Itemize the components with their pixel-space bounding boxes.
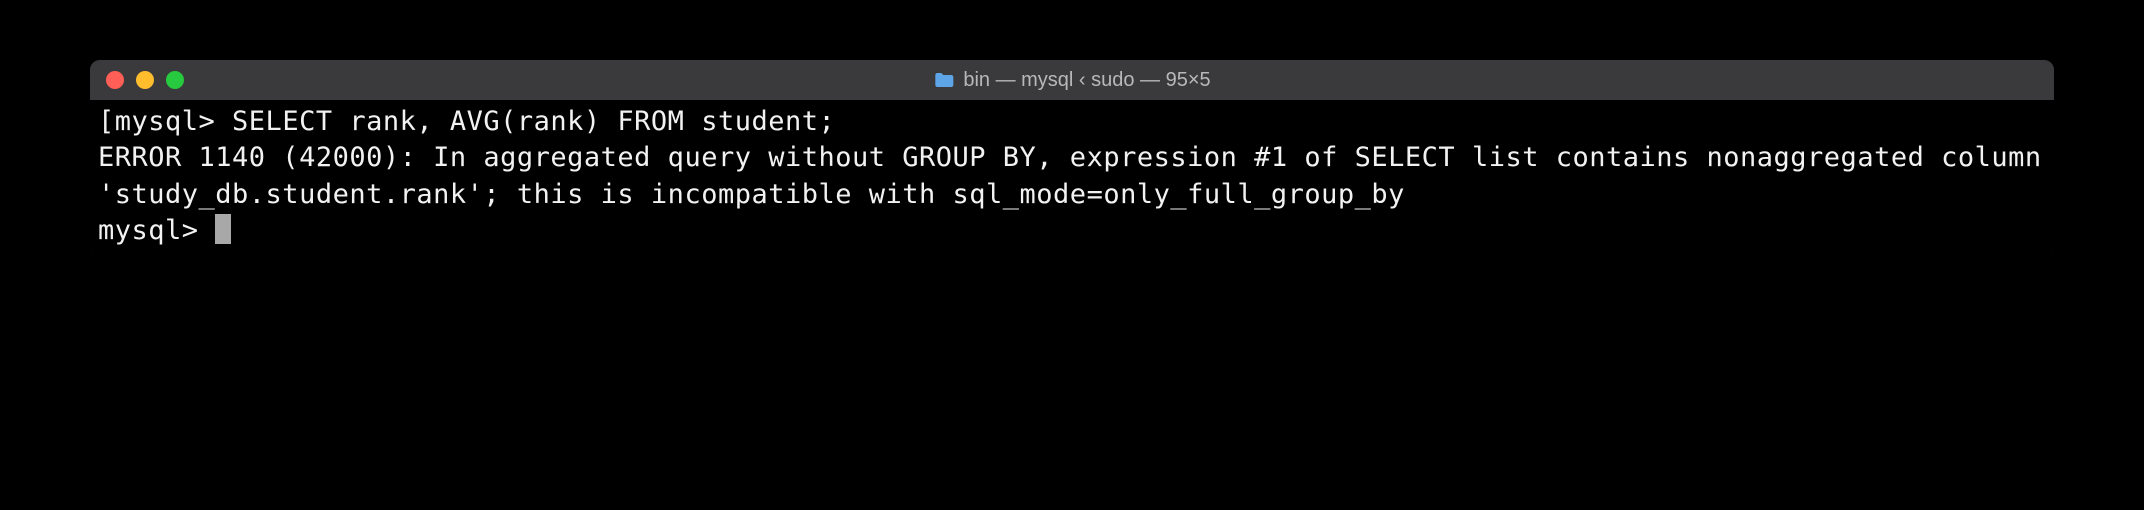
terminal-window: bin — mysql ‹ sudo — 95×5 [mysql> SELECT… bbox=[90, 60, 2054, 258]
cursor bbox=[215, 214, 231, 244]
error-output: ERROR 1140 (42000): In aggregated query … bbox=[98, 142, 2054, 209]
folder-icon bbox=[933, 71, 955, 89]
terminal-content[interactable]: [mysql> SELECT rank, AVG(rank) FROM stud… bbox=[90, 100, 2054, 258]
window-controls bbox=[106, 71, 184, 89]
mysql-prompt: mysql> bbox=[98, 215, 215, 246]
titlebar[interactable]: bin — mysql ‹ sudo — 95×5 bbox=[90, 60, 2054, 100]
sql-command: SELECT rank, AVG(rank) FROM student; bbox=[232, 106, 835, 137]
close-button[interactable] bbox=[106, 71, 124, 89]
maximize-button[interactable] bbox=[166, 71, 184, 89]
window-title: bin — mysql ‹ sudo — 95×5 bbox=[963, 69, 1210, 92]
window-title-container: bin — mysql ‹ sudo — 95×5 bbox=[933, 69, 1210, 92]
minimize-button[interactable] bbox=[136, 71, 154, 89]
mysql-prompt: [mysql> bbox=[98, 106, 232, 137]
